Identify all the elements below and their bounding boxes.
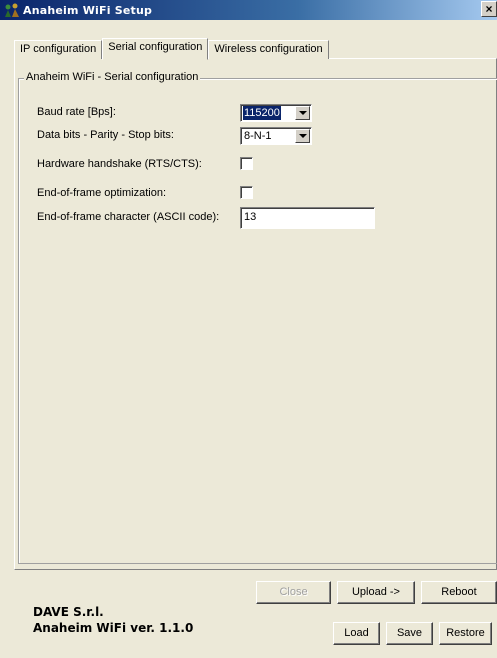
tab-wireless-configuration[interactable]: Wireless configuration <box>208 40 329 59</box>
data-bits-value: 8-N-1 <box>244 130 272 142</box>
load-button[interactable]: Load <box>333 622 380 645</box>
restore-button[interactable]: Restore <box>439 622 492 645</box>
eof-character-label: End-of-frame character (ASCII code): <box>37 211 220 223</box>
close-window-button[interactable]: × <box>481 1 497 17</box>
eof-optimization-label: End-of-frame optimization: <box>37 187 166 199</box>
save-button[interactable]: Save <box>386 622 433 645</box>
chevron-down-icon[interactable] <box>295 106 310 120</box>
version-label: Anaheim WiFi ver. 1.1.0 <box>33 621 194 635</box>
baud-rate-label: Baud rate [Bps]: <box>37 106 116 118</box>
chevron-down-icon[interactable] <box>295 129 310 143</box>
baud-rate-value: 115200 <box>243 106 281 120</box>
upload-button[interactable]: Upload -> <box>337 581 415 604</box>
serial-config-group <box>18 78 497 564</box>
eof-optimization-checkbox[interactable] <box>240 186 253 199</box>
tab-serial-configuration[interactable]: Serial configuration <box>102 38 209 60</box>
window-title: Anaheim WiFi Setup <box>23 3 153 17</box>
group-title: Anaheim WiFi - Serial configuration <box>24 71 201 83</box>
tab-ip-configuration[interactable]: IP configuration <box>14 40 103 59</box>
company-name: DAVE S.r.l. <box>33 605 104 619</box>
app-icon <box>5 3 19 17</box>
title-bar[interactable]: Anaheim WiFi Setup × <box>0 0 497 20</box>
close-icon: × <box>485 2 493 16</box>
tab-strip: IP configuration Serial configuration Wi… <box>14 38 329 60</box>
handshake-label: Hardware handshake (RTS/CTS): <box>37 158 202 170</box>
handshake-checkbox[interactable] <box>240 157 253 170</box>
reboot-button[interactable]: Reboot <box>421 581 497 604</box>
data-bits-select[interactable]: 8-N-1 <box>240 127 312 145</box>
eof-character-input[interactable]: 13 <box>240 207 375 229</box>
close-button[interactable]: Close <box>256 581 331 604</box>
baud-rate-select[interactable]: 115200 <box>240 104 312 122</box>
setup-window: Anaheim WiFi Setup × IP configuration Se… <box>0 0 497 658</box>
data-bits-label: Data bits - Parity - Stop bits: <box>37 129 174 141</box>
